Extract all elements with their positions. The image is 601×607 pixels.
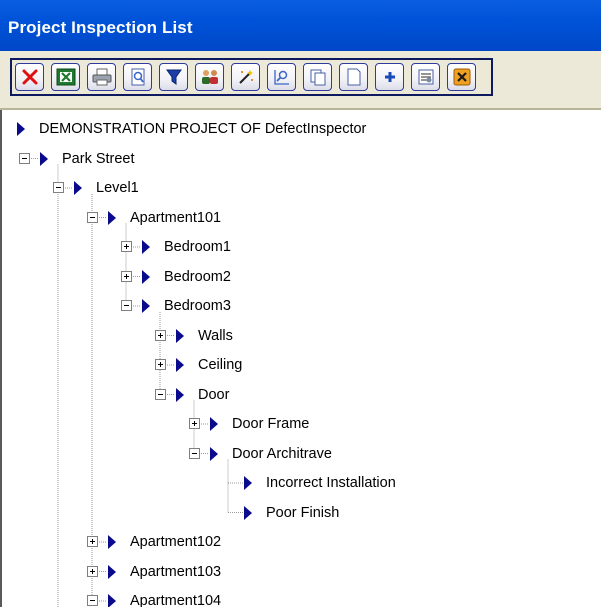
collapse-icon[interactable] bbox=[189, 447, 200, 459]
tree-node[interactable]: Incorrect Installation bbox=[2, 473, 601, 493]
tree-node[interactable]: Level1 bbox=[2, 178, 601, 198]
expand-icon[interactable] bbox=[121, 241, 132, 252]
plus-icon bbox=[381, 68, 399, 86]
node-marker-icon bbox=[74, 181, 82, 195]
tree-node[interactable]: Bedroom2 bbox=[2, 267, 601, 287]
window-title: Project Inspection List bbox=[0, 0, 601, 51]
tree-node[interactable]: Ceiling bbox=[2, 355, 601, 375]
users-button[interactable] bbox=[195, 63, 224, 91]
excel-icon bbox=[56, 68, 76, 86]
expand-icon[interactable] bbox=[189, 418, 200, 429]
excel-export-button[interactable] bbox=[51, 63, 80, 91]
collapse-icon[interactable] bbox=[87, 595, 98, 606]
properties-icon bbox=[417, 68, 435, 86]
tree-node[interactable]: Apartment101 bbox=[2, 208, 601, 228]
node-marker-icon bbox=[108, 594, 116, 607]
tree-node[interactable]: Door bbox=[2, 385, 601, 405]
tree-node-label: Apartment103 bbox=[130, 563, 222, 580]
tree-node[interactable]: Bedroom3 bbox=[2, 296, 601, 316]
printer-icon bbox=[92, 68, 112, 86]
collapse-icon[interactable] bbox=[87, 211, 98, 223]
node-marker-icon bbox=[210, 446, 218, 461]
toolbar-button-group bbox=[10, 58, 493, 96]
zoom-button[interactable] bbox=[267, 63, 296, 91]
collapse-icon[interactable] bbox=[19, 152, 30, 164]
tree-node-label: Apartment102 bbox=[130, 534, 222, 550]
delete-button[interactable] bbox=[15, 63, 44, 91]
node-marker-icon bbox=[244, 505, 252, 520]
copy-pages-icon bbox=[309, 68, 327, 86]
node-marker-icon bbox=[176, 358, 184, 372]
orange-x-icon bbox=[453, 68, 471, 86]
properties-button[interactable] bbox=[411, 63, 440, 91]
expand-icon[interactable] bbox=[121, 270, 132, 282]
tree-node[interactable]: Apartment102 bbox=[2, 532, 601, 552]
zoom-icon bbox=[273, 68, 291, 86]
expand-icon[interactable] bbox=[155, 359, 166, 370]
tree-node[interactable]: Apartment104 bbox=[2, 591, 601, 607]
tree-node-label: Apartment101 bbox=[130, 209, 222, 226]
magnify-page-icon bbox=[129, 68, 147, 86]
tree-node-label: Level1 bbox=[96, 180, 139, 196]
tree-node[interactable]: Walls bbox=[2, 326, 601, 346]
print-button[interactable] bbox=[87, 63, 116, 91]
filter-button[interactable] bbox=[159, 63, 188, 91]
collapse-icon[interactable] bbox=[121, 300, 132, 311]
tree-node-label: Bedroom2 bbox=[164, 268, 231, 285]
expand-icon[interactable] bbox=[87, 536, 98, 547]
tree-node[interactable]: Apartment103 bbox=[2, 562, 601, 582]
tree-node-label: Walls bbox=[198, 327, 233, 344]
expand-icon[interactable] bbox=[155, 329, 166, 341]
new-page-button[interactable] bbox=[339, 63, 368, 91]
node-marker-icon bbox=[142, 240, 150, 254]
tree-node[interactable]: Bedroom1 bbox=[2, 237, 601, 257]
tree-node-label: Poor Finish bbox=[266, 504, 340, 521]
wand-button[interactable] bbox=[231, 63, 260, 91]
node-marker-icon bbox=[176, 387, 184, 402]
tree-node-label: Bedroom3 bbox=[164, 298, 231, 314]
tree-node-label: DEMONSTRATION PROJECT OF DefectInspector bbox=[39, 121, 367, 137]
node-marker-icon bbox=[176, 328, 184, 343]
node-marker-icon bbox=[108, 210, 116, 225]
add-button[interactable] bbox=[375, 63, 404, 91]
node-marker-icon bbox=[108, 535, 116, 549]
tree-node-label: Park Street bbox=[62, 150, 135, 167]
node-marker-icon bbox=[210, 417, 218, 431]
people-icon bbox=[200, 68, 220, 86]
tree-node[interactable]: Poor Finish bbox=[2, 503, 601, 523]
tree-node[interactable]: Door Architrave bbox=[2, 444, 601, 464]
collapse-icon[interactable] bbox=[53, 182, 64, 193]
tree-node[interactable]: Door Frame bbox=[2, 414, 601, 434]
inspection-tree: DEMONSTRATION PROJECT OF DefectInspector… bbox=[0, 110, 601, 607]
wand-icon bbox=[237, 68, 255, 86]
blank-page-icon bbox=[345, 68, 363, 86]
tree-node-label: Door bbox=[198, 386, 230, 403]
node-marker-icon bbox=[40, 151, 48, 166]
tree-node[interactable]: DEMONSTRATION PROJECT OF DefectInspector bbox=[2, 119, 601, 139]
red-x-icon bbox=[21, 68, 39, 86]
tree-node-label: Ceiling bbox=[198, 357, 243, 373]
tree-node-label: Door Architrave bbox=[232, 445, 332, 462]
close-button[interactable] bbox=[447, 63, 476, 91]
tree-node-label: Door Frame bbox=[232, 416, 310, 432]
tree-node-label: Bedroom1 bbox=[164, 239, 231, 255]
tree-node[interactable]: Park Street bbox=[2, 149, 601, 169]
funnel-icon bbox=[165, 68, 183, 86]
node-marker-icon bbox=[142, 299, 150, 313]
tree-node-label: Apartment104 bbox=[130, 593, 222, 607]
node-marker-icon bbox=[108, 564, 116, 579]
node-marker-icon bbox=[142, 269, 150, 284]
copy-button[interactable] bbox=[303, 63, 332, 91]
collapse-icon[interactable] bbox=[155, 388, 166, 400]
node-marker-icon bbox=[244, 476, 252, 490]
node-marker-icon bbox=[17, 122, 25, 136]
toolbar bbox=[0, 51, 601, 110]
expand-icon[interactable] bbox=[87, 565, 98, 577]
tree-node-label: Incorrect Installation bbox=[266, 475, 396, 491]
preview-button[interactable] bbox=[123, 63, 152, 91]
